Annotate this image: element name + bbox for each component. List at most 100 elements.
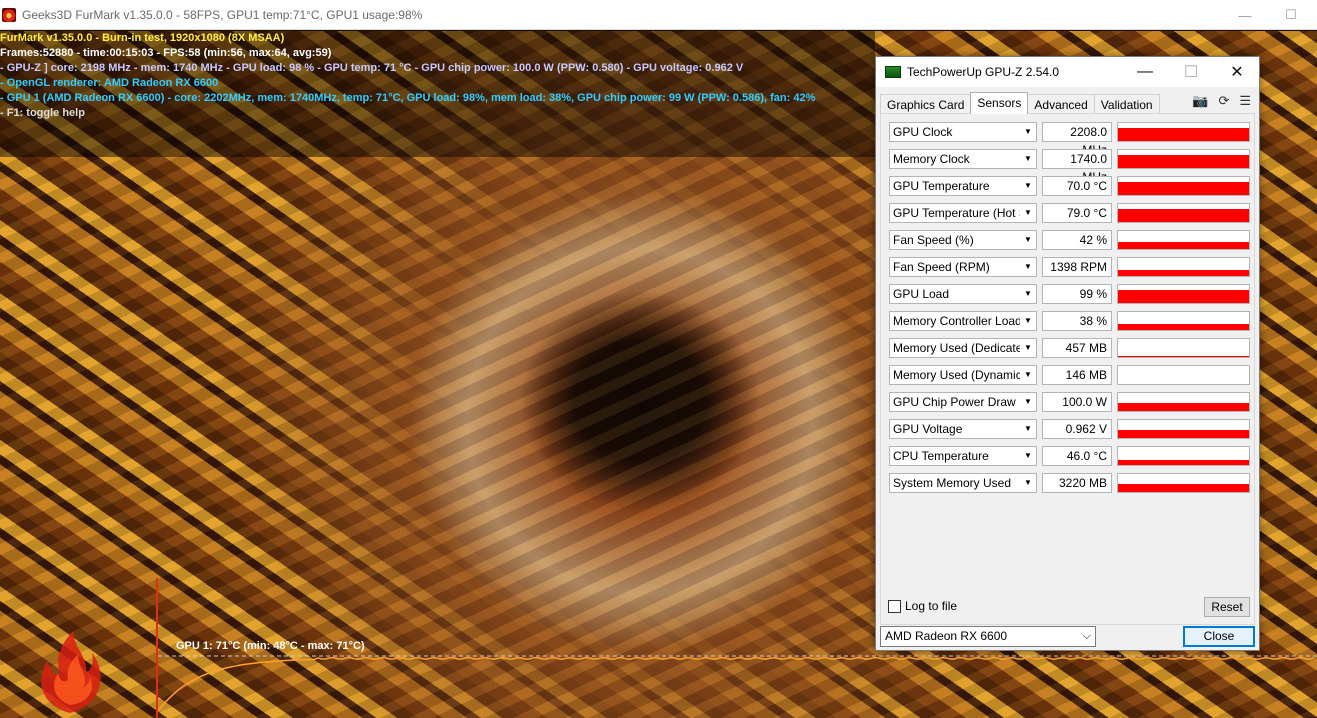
log-to-file-checkbox[interactable] bbox=[888, 599, 901, 613]
sensor-graph-fill bbox=[1118, 270, 1249, 276]
menu-icon[interactable]: ☰ bbox=[1239, 93, 1251, 109]
sensor-graph bbox=[1117, 230, 1250, 250]
sensor-graph bbox=[1117, 284, 1250, 304]
sensor-row: Fan Speed (%) ▼ 42 % bbox=[889, 230, 1254, 250]
sensor-name: GPU Clock bbox=[893, 125, 953, 139]
sensor-value: 70.0 °C bbox=[1042, 176, 1112, 196]
chevron-down-icon: ▼ bbox=[1020, 231, 1036, 249]
sensor-value: 100.0 W bbox=[1042, 392, 1112, 412]
sensor-value: 3220 MB bbox=[1042, 473, 1112, 493]
sensor-graph bbox=[1117, 392, 1250, 412]
chevron-down-icon: ▼ bbox=[1020, 474, 1036, 492]
maximize-button[interactable]: ☐ bbox=[1268, 0, 1314, 30]
sensor-row: Memory Controller Load ▼ 38 % bbox=[889, 311, 1254, 331]
chevron-down-icon: ▼ bbox=[1020, 339, 1036, 357]
gpuz-titlebar[interactable]: TechPowerUp GPU-Z 2.54.0 — ☐ ✕ bbox=[876, 57, 1259, 87]
sensor-graph bbox=[1117, 365, 1250, 385]
sensor-row: System Memory Used ▼ 3220 MB bbox=[889, 473, 1254, 493]
sensor-name: Fan Speed (RPM) bbox=[893, 260, 990, 274]
sensor-name: Memory Used (Dynamic) bbox=[893, 368, 1026, 382]
sensor-name-dropdown[interactable]: Memory Controller Load ▼ bbox=[889, 311, 1037, 331]
temperature-graph-plot bbox=[158, 655, 1317, 712]
log-to-file-control[interactable]: Log to file bbox=[888, 599, 957, 613]
gpuz-title: TechPowerUp GPU-Z 2.54.0 bbox=[907, 65, 1060, 79]
gpu-select-dropdown[interactable]: AMD Radeon RX 6600 ⌵ bbox=[880, 626, 1096, 647]
sensor-graph bbox=[1117, 122, 1250, 142]
sensor-name: Memory Clock bbox=[893, 152, 970, 166]
tab-validation[interactable]: Validation bbox=[1093, 94, 1160, 114]
sensor-graph bbox=[1117, 149, 1250, 169]
sensor-value: 1398 RPM bbox=[1042, 257, 1112, 277]
sensor-name-dropdown[interactable]: System Memory Used ▼ bbox=[889, 473, 1037, 493]
sensor-name-dropdown[interactable]: Fan Speed (%) ▼ bbox=[889, 230, 1037, 250]
tab-sensors[interactable]: Sensors bbox=[970, 92, 1029, 114]
gpuz-window[interactable]: TechPowerUp GPU-Z 2.54.0 — ☐ ✕ Graphics … bbox=[875, 56, 1260, 651]
gpuz-minimize-button[interactable]: — bbox=[1122, 57, 1168, 87]
sensor-name: Memory Controller Load bbox=[893, 314, 1022, 328]
sensor-graph-fill bbox=[1118, 128, 1249, 141]
chevron-down-icon: ▼ bbox=[1020, 312, 1036, 330]
overlay-renderer-line: - OpenGL renderer: AMD Radeon RX 6600 bbox=[0, 77, 219, 89]
chevron-down-icon: ▼ bbox=[1020, 258, 1036, 276]
sensor-name-dropdown[interactable]: Memory Used (Dedicated) ▼ bbox=[889, 338, 1037, 358]
sensor-graph-fill bbox=[1118, 460, 1249, 465]
tab-graphics-card[interactable]: Graphics Card bbox=[880, 94, 972, 114]
sensor-graph-fill bbox=[1118, 182, 1249, 195]
sensor-graph-fill bbox=[1118, 242, 1249, 249]
sensor-name-dropdown[interactable]: GPU Load ▼ bbox=[889, 284, 1037, 304]
reset-button[interactable]: Reset bbox=[1204, 597, 1250, 617]
sensor-graph-fill bbox=[1118, 484, 1249, 492]
camera-icon[interactable]: 📷 bbox=[1192, 93, 1208, 109]
sensor-graph bbox=[1117, 338, 1250, 358]
log-to-file-label: Log to file bbox=[905, 599, 958, 613]
furmark-titlebar: Geeks3D FurMark v1.35.0.0 - 58FPS, GPU1 … bbox=[0, 0, 1317, 30]
sensor-row: Fan Speed (RPM) ▼ 1398 RPM bbox=[889, 257, 1254, 277]
chevron-down-icon: ⌵ bbox=[1082, 630, 1091, 642]
chevron-down-icon: ▼ bbox=[1020, 366, 1036, 384]
sensor-value: 46.0 °C bbox=[1042, 446, 1112, 466]
sensor-row: GPU Temperature ▼ 70.0 °C bbox=[889, 176, 1254, 196]
chevron-down-icon: ▼ bbox=[1020, 285, 1036, 303]
gpuz-close-x-button[interactable]: ✕ bbox=[1214, 57, 1260, 87]
sensor-name-dropdown[interactable]: Memory Used (Dynamic) ▼ bbox=[889, 365, 1037, 385]
sensor-name: System Memory Used bbox=[893, 476, 1012, 490]
sensor-graph-fill bbox=[1118, 155, 1249, 168]
gpuz-maximize-button[interactable]: ☐ bbox=[1168, 57, 1214, 87]
refresh-icon[interactable]: ⟳ bbox=[1218, 93, 1229, 109]
overlay-frames-line: Frames:52880 - time:00:15:03 - FPS:58 (m… bbox=[0, 47, 332, 59]
sensor-graph-fill bbox=[1118, 356, 1249, 357]
sensor-name-dropdown[interactable]: Memory Clock ▼ bbox=[889, 149, 1037, 169]
sensor-value: 2208.0 MHz bbox=[1042, 122, 1112, 157]
sensor-graph bbox=[1117, 446, 1250, 466]
sensor-graph-fill bbox=[1118, 209, 1249, 222]
sensor-graph bbox=[1117, 176, 1250, 196]
sensor-name: GPU Temperature bbox=[893, 179, 990, 193]
gpu-select-value: AMD Radeon RX 6600 bbox=[885, 629, 1008, 643]
sensor-row: GPU Clock ▼ 2208.0 MHz bbox=[889, 122, 1254, 157]
sensor-name-dropdown[interactable]: GPU Voltage ▼ bbox=[889, 419, 1037, 439]
chevron-down-icon: ▼ bbox=[1020, 447, 1036, 465]
temperature-line bbox=[158, 656, 1315, 712]
gpuz-app-icon bbox=[885, 66, 901, 78]
chevron-down-icon: ▼ bbox=[1020, 177, 1036, 195]
sensor-name-dropdown[interactable]: CPU Temperature ▼ bbox=[889, 446, 1037, 466]
sensor-name-dropdown[interactable]: GPU Chip Power Draw ▼ bbox=[889, 392, 1037, 412]
close-button[interactable]: Close bbox=[1183, 626, 1255, 647]
minimize-button[interactable]: — bbox=[1222, 0, 1268, 30]
sensor-value: 457 MB bbox=[1042, 338, 1112, 358]
sensor-row: CPU Temperature ▼ 46.0 °C bbox=[889, 446, 1254, 466]
sensor-name-dropdown[interactable]: GPU Clock ▼ bbox=[889, 122, 1037, 142]
sensor-value: 0.962 V bbox=[1042, 419, 1112, 439]
sensor-value: 79.0 °C bbox=[1042, 203, 1112, 223]
gpuz-toolbar: 📷 ⟳ ☰ bbox=[1192, 91, 1251, 111]
tab-advanced[interactable]: Advanced bbox=[1027, 94, 1095, 114]
sensor-name: Fan Speed (%) bbox=[893, 233, 974, 247]
sensor-graph bbox=[1117, 257, 1250, 277]
sensor-name: GPU Load bbox=[893, 287, 950, 301]
sensor-graph bbox=[1117, 473, 1250, 493]
sensor-name-dropdown[interactable]: Fan Speed (RPM) ▼ bbox=[889, 257, 1037, 277]
sensor-name-dropdown[interactable]: GPU Temperature (Hot Spot) ▼ bbox=[889, 203, 1037, 223]
sensor-value: 99 % bbox=[1042, 284, 1112, 304]
sensor-name-dropdown[interactable]: GPU Temperature ▼ bbox=[889, 176, 1037, 196]
furmark-app-icon bbox=[2, 7, 16, 22]
